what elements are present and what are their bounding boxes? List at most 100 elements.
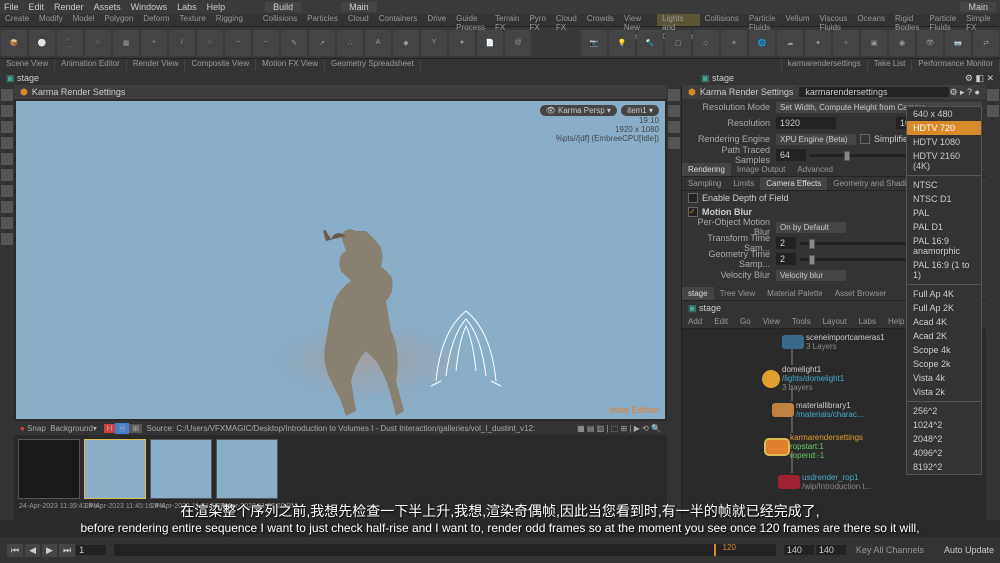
shelf-tab[interactable]: Rigid Bodies bbox=[890, 14, 924, 26]
tool-select-icon[interactable] bbox=[1, 89, 13, 101]
tool-spiral[interactable]: @ bbox=[505, 30, 531, 56]
shelf-tab[interactable]: View New Shelf bbox=[619, 14, 647, 26]
menu-help[interactable]: Help bbox=[207, 2, 226, 12]
frame-end-field[interactable]: 140 bbox=[784, 545, 814, 555]
samples-field[interactable]: 64 bbox=[776, 149, 806, 161]
preset-item[interactable]: 640 x 480 bbox=[907, 107, 981, 121]
net-menu-layout[interactable]: Layout bbox=[817, 315, 853, 328]
net-tab-mat[interactable]: Material Palette bbox=[761, 287, 829, 300]
tool-rotate-icon[interactable] bbox=[1, 121, 13, 133]
snap-label[interactable]: Snap bbox=[27, 424, 46, 433]
tool-grid[interactable]: ▦ bbox=[113, 30, 139, 56]
tool-geo-light[interactable]: ◇ bbox=[693, 30, 719, 56]
net-menu-labs[interactable]: Labs bbox=[853, 315, 882, 328]
tool-spray[interactable]: ∴ bbox=[337, 30, 363, 56]
tool-curve-basic[interactable]: ~ bbox=[253, 30, 279, 56]
shelf-tab[interactable]: Terrain FX bbox=[490, 14, 524, 26]
bg-dropdown[interactable]: Background bbox=[50, 424, 93, 433]
frame-start-field[interactable]: 1 bbox=[76, 545, 106, 555]
tool-lsystem[interactable]: Y bbox=[421, 30, 447, 56]
preset-item[interactable]: Vista 4k bbox=[907, 371, 981, 385]
subtab-limits[interactable]: Limits bbox=[727, 177, 760, 190]
tool-env-light[interactable]: 🌐 bbox=[749, 30, 775, 56]
tool-misc-icon[interactable] bbox=[1, 169, 13, 181]
item-menu[interactable]: item1 ▾ bbox=[621, 105, 659, 116]
tool-spot-light[interactable]: 🔦 bbox=[637, 30, 663, 56]
desktop-main[interactable]: Main bbox=[341, 2, 377, 12]
shelf-tab[interactable]: Pyro FX bbox=[524, 14, 550, 26]
menu-render[interactable]: Render bbox=[54, 2, 84, 12]
shelf-tab[interactable]: Simple FX bbox=[961, 14, 995, 26]
menu-file[interactable]: File bbox=[4, 2, 19, 12]
node-materiallib[interactable]: materiallibrary1/materials/charac... bbox=[772, 401, 864, 419]
tab-rendering[interactable]: Rendering bbox=[682, 163, 731, 176]
node-name-field[interactable]: karmarendersettings bbox=[799, 87, 949, 97]
play-start-button[interactable]: ⏮ bbox=[7, 544, 23, 557]
shelf-tab-lights[interactable]: Lights and Cameras bbox=[657, 14, 699, 26]
preset-item[interactable]: Scope 2k bbox=[907, 357, 981, 371]
dof-checkbox[interactable] bbox=[688, 193, 698, 203]
render-viewport[interactable]: 👁 Karma Persp ▾ item1 ▾ 19:10 1920 x 108… bbox=[16, 101, 665, 419]
tab-geo-spreadsheet[interactable]: Geometry Spreadsheet bbox=[325, 59, 421, 71]
shelf-tab[interactable]: Particle Fluids bbox=[744, 14, 781, 26]
net-menu-add[interactable]: Add bbox=[682, 315, 708, 328]
key-channels-label[interactable]: Key All Channels bbox=[856, 545, 924, 555]
preset-item[interactable]: Acad 2K bbox=[907, 329, 981, 343]
thumb-item[interactable]: 24-Apr-2023 11:45:16 PM bbox=[84, 439, 146, 499]
shelf-tab[interactable]: Cloud bbox=[343, 14, 374, 26]
timeline-track[interactable]: 120 bbox=[114, 544, 776, 556]
tool-misc-icon[interactable] bbox=[1, 153, 13, 165]
shelf-tab[interactable]: Containers bbox=[374, 14, 423, 26]
shelf-tab[interactable]: Vellum bbox=[781, 14, 815, 26]
engine-dropdown[interactable]: XPU Engine (Beta) bbox=[776, 134, 856, 145]
tab-composite[interactable]: Composite View bbox=[185, 59, 256, 71]
main-menubar[interactable]: File Edit Render Assets Windows Labs Hel… bbox=[0, 0, 1000, 14]
preset-item[interactable]: PAL D1 bbox=[907, 220, 981, 234]
net-tab-tree[interactable]: Tree View bbox=[714, 287, 762, 300]
shelf-tab[interactable]: Drive bbox=[422, 14, 451, 26]
lock-icon[interactable] bbox=[987, 105, 999, 117]
preset-item[interactable]: Scope 4k bbox=[907, 343, 981, 357]
resolution-preset-menu[interactable]: 640 x 480 HDTV 720 HDTV 1080 HDTV 2160 (… bbox=[906, 106, 982, 475]
tool-camera[interactable]: 📷 bbox=[581, 30, 607, 56]
desktop-build[interactable]: Build bbox=[265, 2, 301, 12]
tab-render-view[interactable]: Render View bbox=[127, 59, 186, 71]
display-opt-icon[interactable] bbox=[668, 89, 680, 101]
tab-take-list[interactable]: Take List bbox=[868, 59, 913, 71]
preset-item[interactable]: NTSC bbox=[907, 178, 981, 192]
pin-icon[interactable] bbox=[987, 89, 999, 101]
tool-scale-icon[interactable] bbox=[1, 137, 13, 149]
menu-edit[interactable]: Edit bbox=[29, 2, 45, 12]
display-opt-icon[interactable] bbox=[668, 105, 680, 117]
tab-anim-editor[interactable]: Animation Editor bbox=[55, 59, 127, 71]
net-menu-go[interactable]: Go bbox=[734, 315, 757, 328]
preset-item[interactable]: PAL 16:9 anamorphic bbox=[907, 234, 981, 258]
play-prev-button[interactable]: ◀ bbox=[25, 544, 40, 557]
thumb-item[interactable]: 24-Apr-2023 11:57:20 PM bbox=[216, 439, 278, 499]
tab-karmarendersettings[interactable]: karmarendersettings bbox=[782, 59, 868, 71]
tool-ambient-light[interactable]: ◉ bbox=[889, 30, 915, 56]
shelf-tab[interactable]: Polygon bbox=[99, 14, 138, 26]
tool-vr-cam[interactable]: 🥽 bbox=[945, 30, 971, 56]
tool-circle[interactable]: ○ bbox=[197, 30, 223, 56]
preset-item-selected[interactable]: HDTV 720 bbox=[907, 121, 981, 135]
preset-item[interactable]: PAL bbox=[907, 206, 981, 220]
shelf-tab[interactable]: Cloud FX bbox=[551, 14, 582, 26]
tool-misc-icon[interactable] bbox=[1, 185, 13, 197]
display-opt-icon[interactable] bbox=[668, 137, 680, 149]
tool-point-light[interactable]: 💡 bbox=[609, 30, 635, 56]
path-bar-left[interactable]: ▣ stage bbox=[0, 71, 695, 85]
shelf-tab[interactable]: Crowds bbox=[582, 14, 619, 26]
tool-torus[interactable]: ○ bbox=[85, 30, 111, 56]
node-usdrender-rop[interactable]: usdrender_rop1/wip/Introduction t... bbox=[778, 473, 871, 491]
net-tab-asset[interactable]: Asset Browser bbox=[829, 287, 893, 300]
path-bar-right[interactable]: ▣ stage ⚙ ◧ ✕ bbox=[695, 71, 1000, 85]
preset-item[interactable]: 256^2 bbox=[907, 404, 981, 418]
tool-gi-light[interactable]: ✦ bbox=[805, 30, 831, 56]
preset-item[interactable]: 8192^2 bbox=[907, 460, 981, 474]
perobj-dropdown[interactable]: On by Default bbox=[776, 222, 846, 233]
preset-item[interactable]: HDTV 1080 bbox=[907, 135, 981, 149]
preset-item[interactable]: Vista 2k bbox=[907, 385, 981, 399]
tool-area-light[interactable]: ▢ bbox=[665, 30, 691, 56]
tool-null[interactable]: + bbox=[141, 30, 167, 56]
